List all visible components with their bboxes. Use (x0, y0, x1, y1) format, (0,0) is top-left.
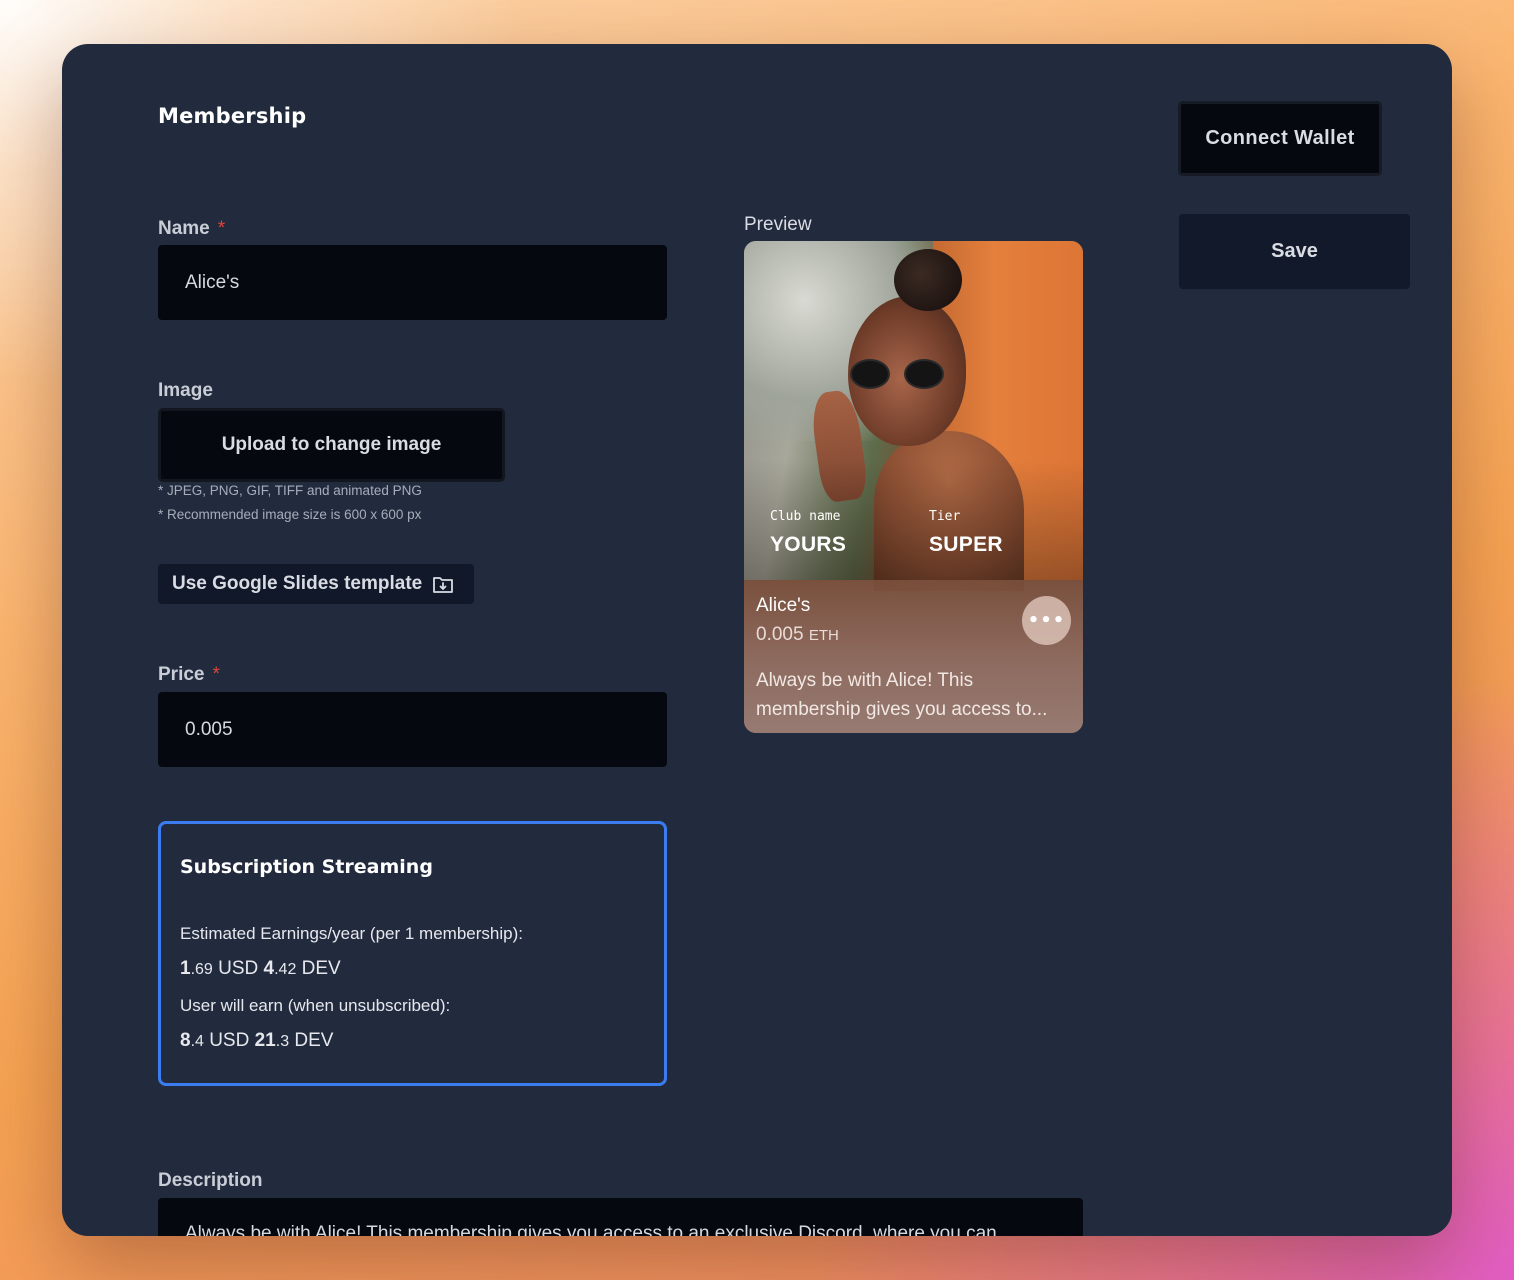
google-slides-template-label: Use Google Slides template (172, 573, 423, 594)
google-slides-template-button[interactable]: Use Google Slides template (158, 564, 474, 604)
page-title: Membership (158, 104, 307, 128)
tier-value: SUPER (929, 533, 1003, 556)
price-input[interactable]: 0.005 (158, 692, 667, 767)
earnings-value: 1.69 USD 4.42 DEV (180, 958, 341, 979)
price-label-text: Price (158, 664, 205, 685)
save-button[interactable]: Save (1179, 214, 1410, 289)
image-label: Image (158, 380, 213, 401)
membership-window: Membership Name * Alice's Image Upload to… (62, 44, 1452, 1236)
required-mark: * (217, 218, 226, 239)
image-hint-size: * Recommended image size is 600 x 600 px (158, 507, 422, 522)
card-name: Alice's (756, 595, 811, 616)
required-mark: * (212, 664, 220, 685)
unsubscribed-value: 8.4 USD 21.3 DEV (180, 1030, 334, 1051)
name-label-text: Name (158, 218, 210, 239)
membership-photo (744, 241, 1083, 591)
card-price: 0.005 ETH (756, 624, 839, 645)
card-description: Always be with Alice! This membership gi… (756, 670, 1048, 720)
ellipsis-icon[interactable]: ••• (1022, 596, 1071, 645)
membership-preview-card: Club name YOURS Tier SUPER Alice's 0.005… (744, 241, 1083, 733)
description-label: Description (158, 1170, 263, 1191)
club-name-label: Club name (770, 509, 841, 524)
streaming-title: Subscription Streaming (180, 856, 433, 878)
club-name-value: YOURS (770, 533, 847, 556)
name-label: Name * (158, 218, 225, 240)
folder-download-icon (432, 574, 454, 594)
tier-label: Tier (929, 509, 961, 524)
connect-wallet-button[interactable]: Connect Wallet (1178, 101, 1382, 176)
card-info: Alice's 0.005 ETH Always be with Alice! … (744, 580, 1083, 733)
upload-image-button[interactable]: Upload to change image (158, 408, 505, 482)
earnings-label: Estimated Earnings/year (per 1 membershi… (180, 924, 523, 943)
price-label: Price * (158, 664, 220, 686)
name-input[interactable]: Alice's (158, 245, 667, 320)
image-hint-formats: * JPEG, PNG, GIF, TIFF and animated PNG (158, 483, 422, 498)
preview-label: Preview (744, 214, 812, 235)
unsubscribed-label: User will earn (when unsubscribed): (180, 996, 451, 1015)
description-textarea[interactable]: Always be with Alice! This membership gi… (158, 1198, 1083, 1236)
subscription-streaming-panel: Subscription Streaming Estimated Earning… (158, 821, 667, 1086)
